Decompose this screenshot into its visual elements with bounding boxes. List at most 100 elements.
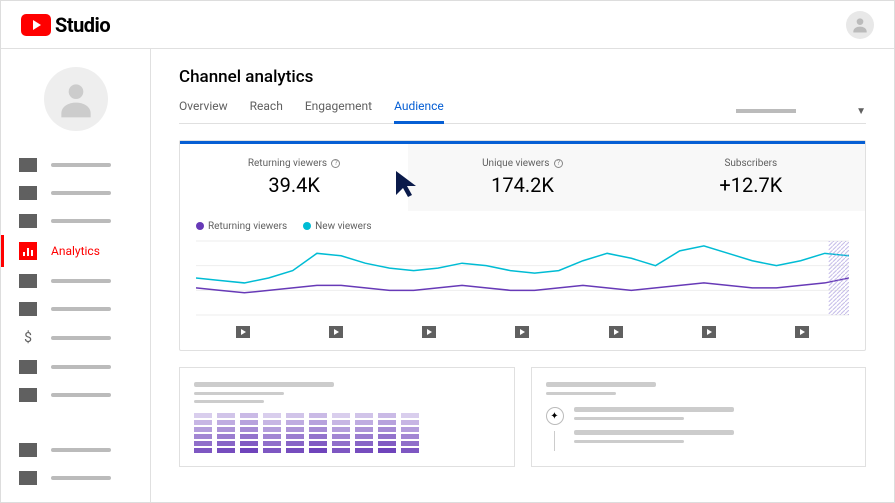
feedback-icon <box>19 471 37 485</box>
heatmap-cell <box>217 420 235 425</box>
nav-feedback[interactable] <box>1 464 150 492</box>
product-name: Studio <box>55 13 110 37</box>
heatmap-cell <box>286 413 304 418</box>
heatmap-cell <box>309 413 327 418</box>
heatmap-cell <box>355 448 373 453</box>
nav-customization[interactable] <box>1 353 150 381</box>
secondary-cards-row: ✦ <box>179 367 866 467</box>
main-content: Channel analytics Overview Reach Engagem… <box>151 49 894 502</box>
heatmap-cell <box>194 420 212 425</box>
nav-comments[interactable] <box>1 267 150 295</box>
nav-analytics[interactable]: Analytics <box>1 235 150 267</box>
user-icon <box>54 77 98 121</box>
heatmap-cell <box>355 427 373 432</box>
connector-line <box>554 431 555 451</box>
tabs-bar: Overview Reach Engagement Audience ▼ <box>179 99 866 124</box>
analytics-icon <box>19 242 37 260</box>
audience-breakdown-card[interactable]: ✦ <box>531 367 867 467</box>
tab-audience[interactable]: Audience <box>394 99 444 124</box>
placeholder-line <box>194 382 334 387</box>
nav-monetization[interactable]: $ <box>1 323 150 353</box>
heatmap-cell <box>263 420 281 425</box>
heatmap-cell <box>401 434 419 439</box>
heatmap-cell <box>263 434 281 439</box>
watch-time-card[interactable] <box>179 367 515 467</box>
content-icon <box>19 186 37 200</box>
nav-playlists[interactable] <box>1 207 150 235</box>
x-axis-markers <box>196 326 849 338</box>
video-marker-icon[interactable] <box>515 326 529 338</box>
date-range-select[interactable]: ▼ <box>736 106 866 117</box>
tab-reach[interactable]: Reach <box>250 99 283 123</box>
nav-subtitles[interactable] <box>1 295 150 323</box>
user-icon <box>850 15 870 35</box>
heatmap-cell <box>263 427 281 432</box>
heatmap-cell <box>355 441 373 446</box>
nav-audio[interactable] <box>1 381 150 409</box>
heatmap-column <box>309 413 327 453</box>
nav-dashboard[interactable] <box>1 151 150 179</box>
video-marker-icon[interactable] <box>422 326 436 338</box>
heatmap-cell <box>217 448 235 453</box>
placeholder-line <box>546 382 656 387</box>
metrics-row: Returning viewers ? 39.4K Unique viewers… <box>180 141 865 211</box>
account-avatar[interactable] <box>846 11 874 39</box>
metric-label: Unique viewers ? <box>418 158 626 169</box>
metric-returning-viewers[interactable]: Returning viewers ? 39.4K <box>180 144 408 211</box>
heatmap-cell <box>355 434 373 439</box>
heatmap-column <box>401 413 419 453</box>
subtitles-icon <box>19 302 37 316</box>
video-marker-icon[interactable] <box>236 326 250 338</box>
metric-label: Returning viewers ? <box>190 158 398 169</box>
channel-avatar[interactable] <box>44 67 108 131</box>
heatmap-cell <box>378 441 396 446</box>
audience-metrics-card: Returning viewers ? 39.4K Unique viewers… <box>179 140 866 351</box>
heatmap-cell <box>401 420 419 425</box>
heatmap-cell <box>309 434 327 439</box>
heatmap-cell <box>286 420 304 425</box>
heatmap-cell <box>309 420 327 425</box>
nav-label-placeholder <box>51 279 111 283</box>
metric-label: Subscribers <box>647 158 855 169</box>
heatmap-cell <box>378 413 396 418</box>
info-icon[interactable]: ? <box>554 159 563 168</box>
video-marker-icon[interactable] <box>702 326 716 338</box>
video-marker-icon[interactable] <box>329 326 343 338</box>
tab-engagement[interactable]: Engagement <box>305 99 372 123</box>
nav-label-placeholder <box>51 393 111 397</box>
legend-dot-icon <box>196 222 204 230</box>
bullet-icon: ✦ <box>546 407 564 425</box>
tab-overview[interactable]: Overview <box>179 99 228 123</box>
line-chart[interactable] <box>196 238 849 318</box>
info-icon[interactable]: ? <box>331 159 340 168</box>
heatmap-cell <box>217 441 235 446</box>
heatmap-cell <box>240 441 258 446</box>
logo[interactable]: Studio <box>21 13 110 37</box>
nav-settings[interactable] <box>1 436 150 464</box>
heatmap-column <box>378 413 396 453</box>
heatmap-column <box>286 413 304 453</box>
cursor-icon <box>394 169 422 199</box>
metric-unique-viewers[interactable]: Unique viewers ? 174.2K <box>408 144 636 211</box>
video-marker-icon[interactable] <box>609 326 623 338</box>
chart-area: Returning viewers New viewers <box>180 211 865 350</box>
metric-subscribers[interactable]: Subscribers +12.7K <box>637 144 865 211</box>
audio-icon <box>19 388 37 402</box>
placeholder-line <box>574 430 734 435</box>
nav-label-placeholder <box>51 163 111 167</box>
nav-label-placeholder <box>51 307 111 311</box>
nav-footer <box>1 436 150 502</box>
metric-value: 39.4K <box>190 173 398 197</box>
video-marker-icon[interactable] <box>795 326 809 338</box>
nav-label-placeholder <box>51 365 111 369</box>
legend-dot-icon <box>303 222 311 230</box>
heatmap-cell <box>332 441 350 446</box>
settings-icon <box>19 443 37 457</box>
heatmap-cell <box>240 420 258 425</box>
nav-label-placeholder <box>51 476 111 480</box>
heatmap-cell <box>355 420 373 425</box>
nav-content[interactable] <box>1 179 150 207</box>
placeholder-line <box>194 400 264 403</box>
heatmap-cell <box>217 427 235 432</box>
nav-label: Analytics <box>51 244 100 258</box>
